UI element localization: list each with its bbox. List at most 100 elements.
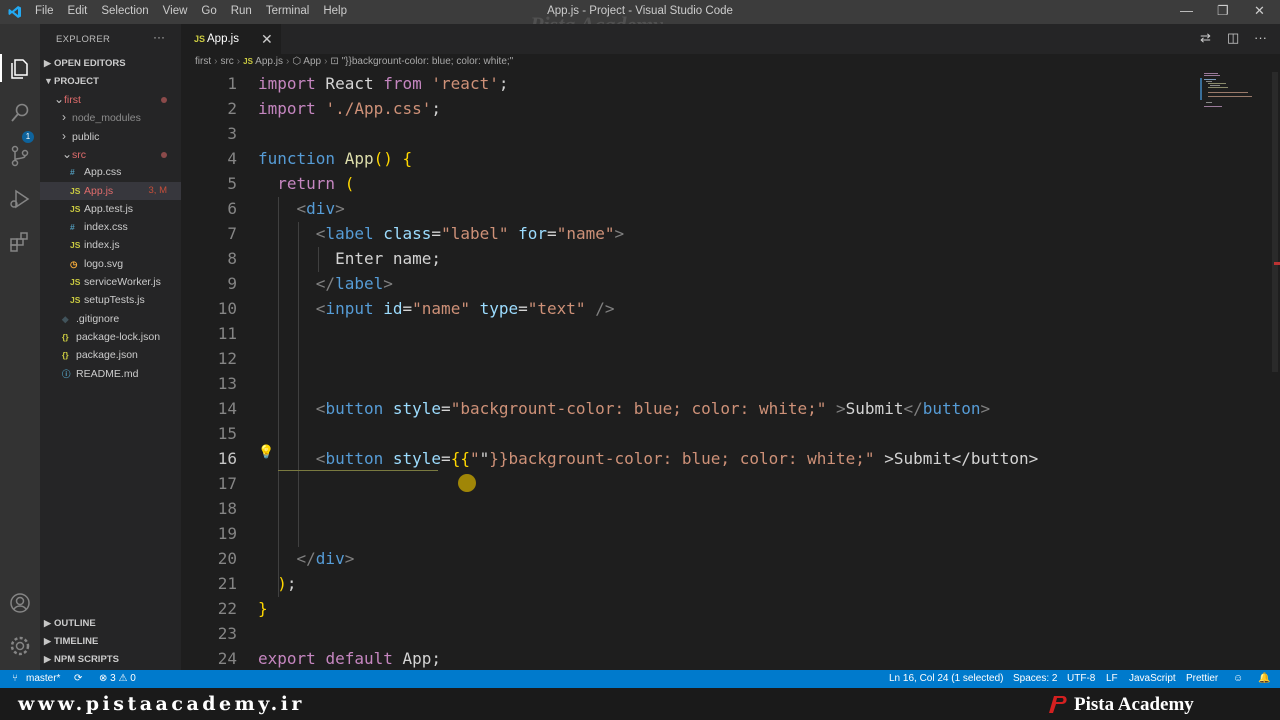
settings-gear-icon[interactable] <box>8 634 32 658</box>
tree-item-app-test-js[interactable]: JS App.test.js <box>40 200 181 218</box>
code-token: > <box>383 274 393 293</box>
tree-item-setuptests-js[interactable]: JS setupTests.js <box>40 291 181 309</box>
code-token: 'react' <box>431 74 499 93</box>
tree-item-logo-svg[interactable]: ◷ logo.svg <box>40 255 181 273</box>
open-editors-section[interactable]: ▶ OPEN EDITORS <box>40 54 181 72</box>
vertical-scrollbar[interactable] <box>1270 72 1280 670</box>
code-token: < <box>315 449 326 468</box>
code-line[interactable]: </div> <box>258 549 355 568</box>
source-control-icon[interactable] <box>8 144 32 168</box>
tree-item-gitignore[interactable]: ◆ .gitignore <box>40 310 181 328</box>
tree-item-label: public <box>72 130 100 143</box>
md-file-icon: ⓘ <box>62 368 71 379</box>
tree-item-public[interactable]: › public <box>40 127 181 145</box>
code-line[interactable]: export default App; <box>258 649 441 668</box>
extensions-icon[interactable] <box>8 230 32 254</box>
more-actions-icon[interactable]: ··· <box>1254 30 1267 45</box>
tree-item-serviceworker-js[interactable]: JS serviceWorker.js <box>40 273 181 291</box>
js-file-icon: JS <box>194 34 206 44</box>
code-token: > <box>980 399 991 418</box>
problems-count[interactable]: ⊗ 3 ⚠ 0 <box>99 670 136 688</box>
notifications-icon[interactable]: 🔔 <box>1258 670 1270 688</box>
tree-item-label: App.css <box>84 166 122 179</box>
code-editor[interactable]: 1 import React from 'react'; 2 import './Ap… <box>181 72 1280 670</box>
code-token: export <box>258 649 316 668</box>
code-line[interactable]: </label> <box>258 274 393 293</box>
tree-item-package-lock-json[interactable]: {} package-lock.json <box>40 328 181 346</box>
encoding[interactable]: UTF-8 <box>1067 670 1095 688</box>
code-line[interactable]: function App() { <box>258 149 412 168</box>
tab-app-js[interactable]: JS App.js ✕ <box>181 24 281 54</box>
tree-item-app-css[interactable]: # App.css <box>40 163 181 181</box>
tree-item-src[interactable]: ⌄src <box>40 145 181 163</box>
feedback-icon[interactable]: ☺ <box>1233 670 1243 688</box>
language-mode[interactable]: JavaScript <box>1129 670 1176 688</box>
code-token: ) <box>277 574 287 593</box>
open-changes-icon[interactable]: ⇄ <box>1200 30 1211 46</box>
account-icon[interactable] <box>8 591 32 615</box>
code-token: }}backgrount-color: blue; color: white;" <box>489 449 875 468</box>
tree-item-first[interactable]: ⌄first <box>40 90 181 108</box>
formatter[interactable]: Prettier <box>1186 670 1218 688</box>
run-debug-icon[interactable] <box>8 187 32 211</box>
tree-item-index-css[interactable]: # index.css <box>40 218 181 236</box>
restore-icon[interactable]: ❐ <box>1217 3 1229 19</box>
code-token: = <box>402 299 413 318</box>
tree-item-node-modules[interactable]: › node_modules <box>40 108 181 126</box>
code-token: App; <box>392 649 442 668</box>
code-token: Submit <box>845 399 904 418</box>
code-line[interactable]: <label class="label" for="name"> <box>258 224 624 243</box>
code-line[interactable]: <button style="backgrount-color: blue; c… <box>258 399 990 418</box>
code-token: style <box>392 399 442 418</box>
search-icon[interactable] <box>8 101 32 125</box>
code-line[interactable]: ); <box>258 574 296 593</box>
breadcrumb-first[interactable]: first <box>195 56 211 67</box>
code-token: () <box>373 149 393 168</box>
code-line[interactable]: } <box>258 599 268 618</box>
code-line[interactable]: <input id="name" type="text" /> <box>258 299 615 318</box>
indentation[interactable]: Spaces: 2 <box>1013 670 1057 688</box>
breadcrumb-symbol[interactable]: App <box>303 56 321 67</box>
lightbulb-icon[interactable]: 💡 <box>258 445 274 460</box>
project-section[interactable]: ▼PROJECT <box>40 72 181 90</box>
sync-icon[interactable]: ⟳ <box>74 670 82 688</box>
line-number: 1 <box>227 74 237 93</box>
explorer-icon[interactable] <box>8 57 32 81</box>
code-line[interactable]: <div> <box>258 199 345 218</box>
code-line[interactable]: import './App.css'; <box>258 99 441 118</box>
split-editor-icon[interactable]: ◫ <box>1227 30 1239 46</box>
tab-close-icon[interactable]: ✕ <box>261 24 273 54</box>
code-line[interactable]: import React from 'react'; <box>258 74 508 93</box>
git-branch[interactable]: master* <box>26 670 60 688</box>
code-token: < <box>296 199 307 218</box>
code-line[interactable]: Enter name; <box>258 249 441 268</box>
code-token: React <box>315 74 384 93</box>
cursor-position[interactable]: Ln 16, Col 24 (1 selected) <box>889 670 1004 688</box>
timeline-section[interactable]: ▶ TIMELINE <box>40 632 181 650</box>
pista-logo-icon <box>1049 696 1067 713</box>
tree-item-readme-md[interactable]: ⓘ README.md <box>40 365 181 383</box>
chevron-right-icon: ▶ <box>44 618 51 628</box>
css-file-icon: # <box>70 222 75 233</box>
close-window-icon[interactable]: ✕ <box>1254 3 1265 19</box>
code-token: < <box>315 299 326 318</box>
minimap[interactable] <box>1200 72 1268 112</box>
line-number: 20 <box>217 549 237 568</box>
tree-item-index-js[interactable]: JS index.js <box>40 236 181 254</box>
code-token: input <box>325 299 374 318</box>
breadcrumb-string[interactable]: "}}backgrount-color: blue; color: white;… <box>342 56 514 67</box>
code-token: label <box>325 224 374 243</box>
tree-item-app-js[interactable]: JS App.js 3, M <box>40 181 181 200</box>
breadcrumb-src[interactable]: src <box>220 56 233 67</box>
code-line[interactable]: return ( <box>258 174 354 193</box>
outline-section[interactable]: ▶ OUTLINE <box>40 614 181 632</box>
npm-scripts-section[interactable]: ▶ NPM SCRIPTS <box>40 650 181 668</box>
code-line[interactable]: <button style={{""}}backgrount-color: bl… <box>258 449 1039 468</box>
explorer-more-icon[interactable]: ··· <box>153 30 165 44</box>
minimize-icon[interactable]: — <box>1180 3 1193 18</box>
end-of-line[interactable]: LF <box>1106 670 1118 688</box>
symbol-icon: ⬡ <box>292 56 302 67</box>
breadcrumb-file[interactable]: App.js <box>255 56 283 67</box>
tree-item-package-json[interactable]: {} package.json <box>40 346 181 364</box>
